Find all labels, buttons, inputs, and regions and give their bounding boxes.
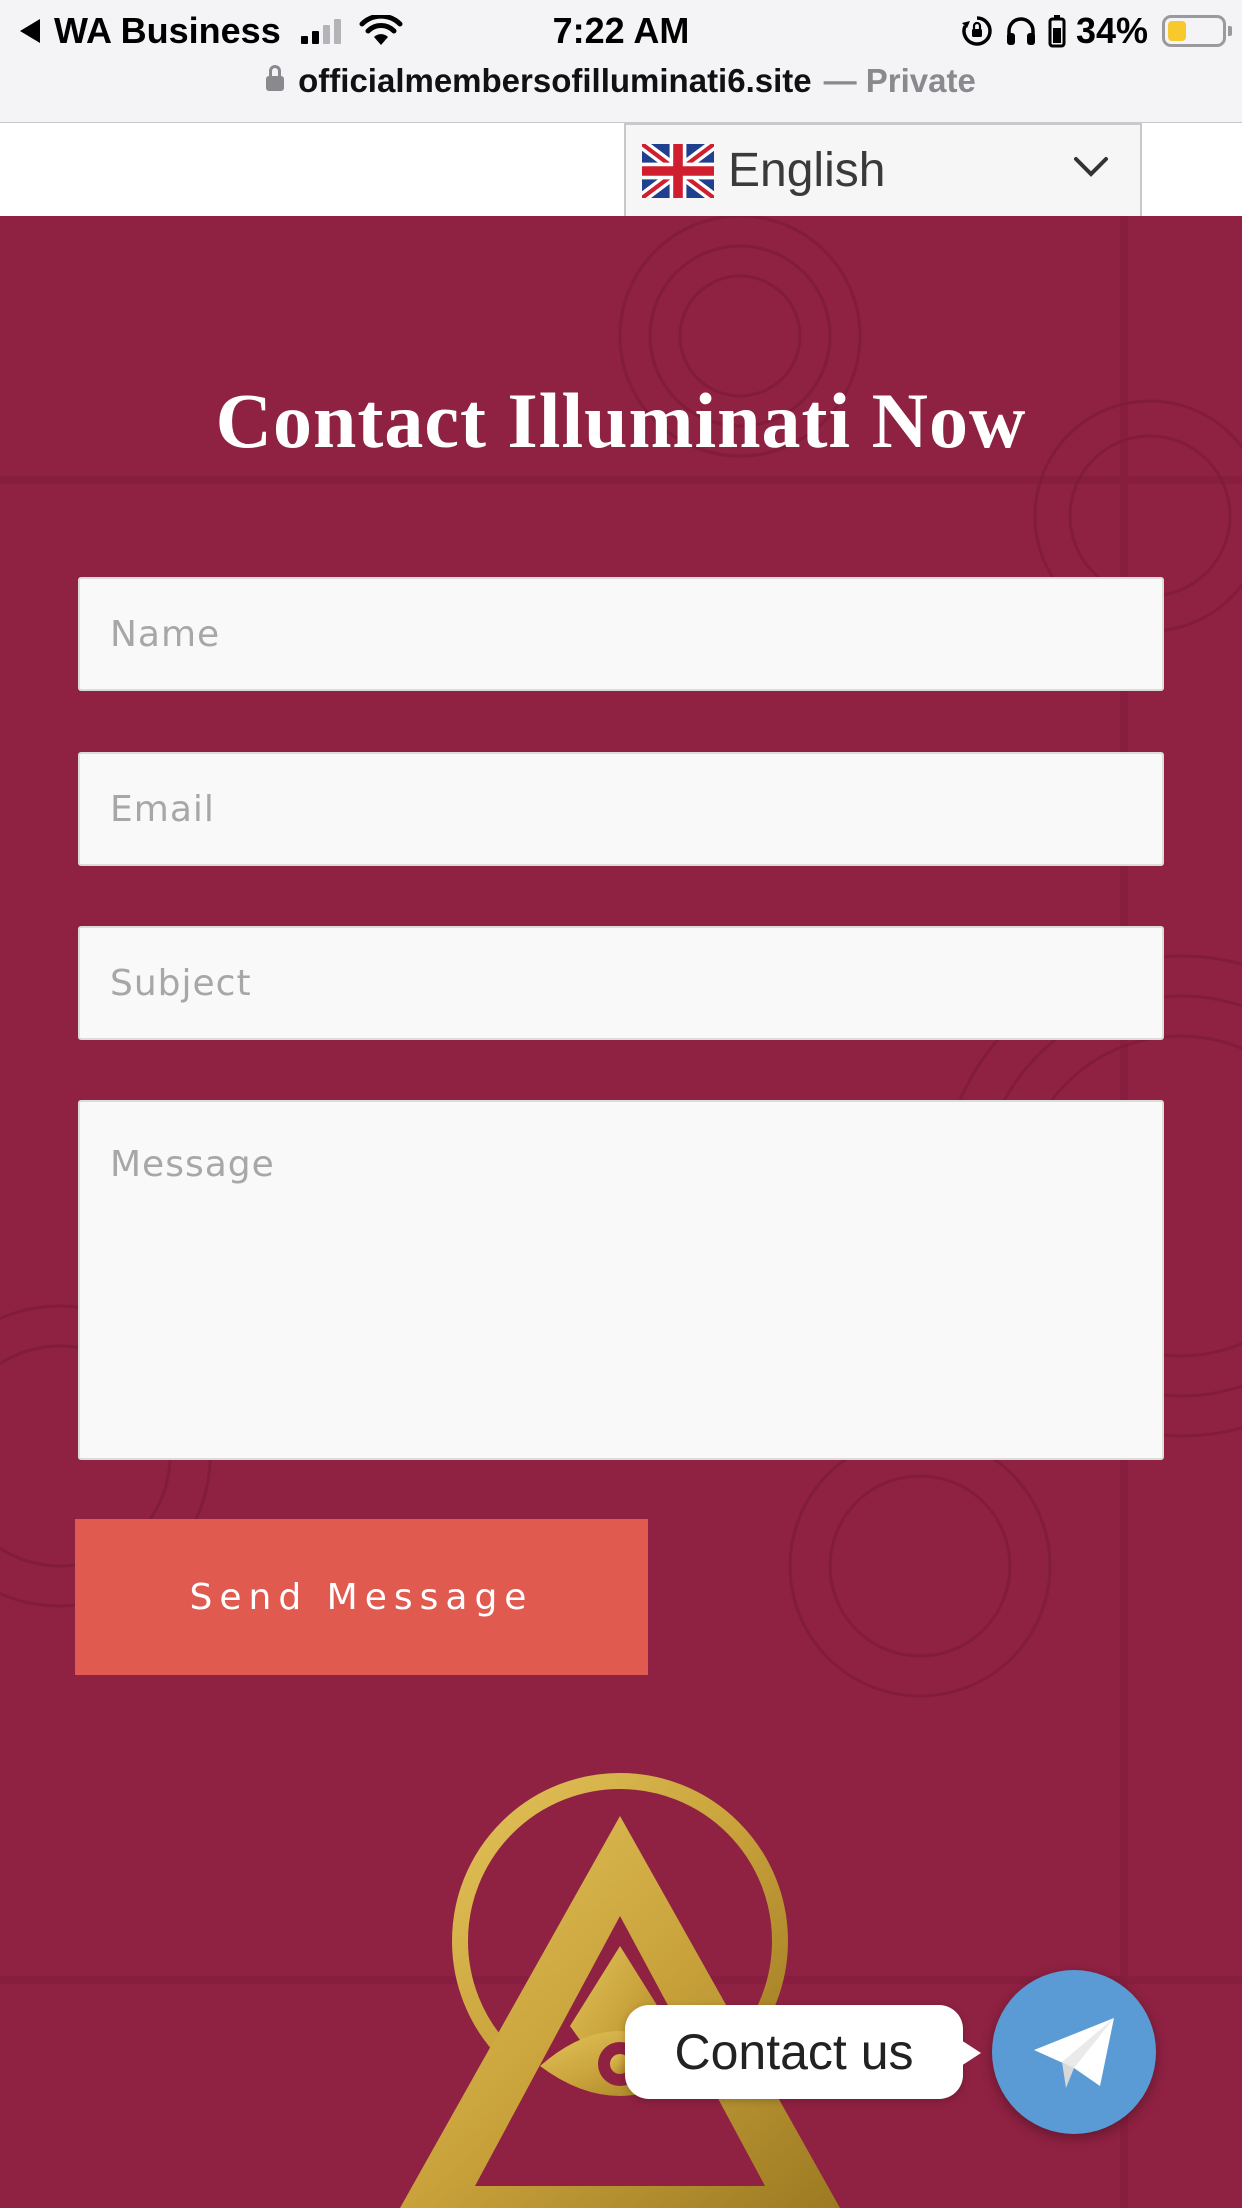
battery-icon — [1162, 15, 1232, 47]
url-domain: officialmembersofilluminati6.site — [298, 62, 812, 99]
send-message-button[interactable]: Send Message — [75, 1519, 648, 1675]
language-bar: English — [0, 123, 1242, 218]
contact-us-bubble[interactable]: Contact us — [625, 2005, 981, 2099]
subject-input[interactable] — [78, 926, 1164, 1040]
status-icons: 34% — [960, 10, 1232, 52]
address-bar[interactable]: officialmembersofilluminati6.site — Priv… — [0, 56, 1242, 106]
page-title: Contact Illuminati Now — [215, 377, 1027, 464]
contact-section: Contact Illuminati Now Send Message — [0, 216, 1242, 2208]
email-input[interactable] — [78, 752, 1164, 866]
message-textarea[interactable] — [78, 1100, 1164, 1460]
chevron-down-icon — [1074, 157, 1108, 177]
status-bar: WA Business 7:22 AM 34% — [0, 0, 1242, 62]
language-label: English — [728, 144, 886, 197]
battery-level-fill — [1168, 21, 1186, 41]
lock-icon — [266, 65, 285, 94]
private-mode-label: — Private — [823, 62, 976, 99]
name-input[interactable] — [78, 577, 1164, 691]
illuminati-emblem-logo — [400, 1773, 840, 2208]
language-select[interactable]: English — [624, 123, 1142, 218]
contact-us-label: Contact us — [674, 2024, 914, 2080]
telegram-button[interactable] — [992, 1970, 1156, 2134]
uk-flag-icon — [642, 143, 714, 198]
battery-percent: 34% — [1075, 10, 1148, 51]
headphones-icon — [1006, 17, 1035, 45]
browser-chrome: WA Business 7:22 AM 34% officialmemberso… — [0, 0, 1242, 123]
orientation-lock-icon — [961, 16, 992, 46]
telegram-paper-plane-icon — [1034, 2018, 1114, 2088]
battery-charging-small-icon — [1048, 15, 1066, 48]
